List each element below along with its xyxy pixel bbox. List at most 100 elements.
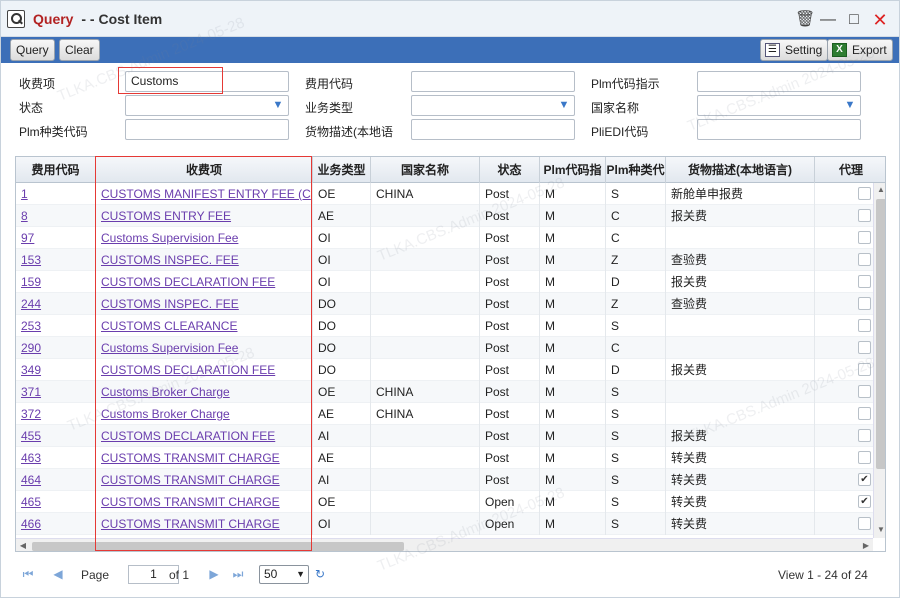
agent-checkbox[interactable] — [858, 187, 871, 200]
fee-code-cell[interactable]: 349 — [16, 359, 96, 381]
fee-item-cell[interactable]: CUSTOMS INSPEC. FEE — [96, 293, 313, 315]
col-header-country-name[interactable]: 国家名称 — [371, 157, 480, 183]
fee-item-cell-text[interactable]: CUSTOMS INSPEC. FEE — [101, 253, 239, 267]
table-row[interactable]: 97 Customs Supervision Fee OI Post M C — [16, 227, 873, 249]
last-page-icon[interactable]: ⏭ — [231, 567, 245, 581]
fee-item-cell-text[interactable]: CUSTOMS TRANSMIT CHARGE — [101, 451, 280, 465]
fee-item-cell[interactable]: CUSTOMS DECLARATION FEE — [96, 271, 313, 293]
fee-item-cell[interactable]: CUSTOMS CLEARANCE — [96, 315, 313, 337]
table-row[interactable]: 290 Customs Supervision Fee DO Post M C — [16, 337, 873, 359]
fee-code-cell-text[interactable]: 253 — [21, 319, 41, 333]
fee-item-cell-text[interactable]: CUSTOMS MANIFEST ENTRY FEE (C — [101, 187, 311, 201]
table-row[interactable]: 372 Customs Broker Charge AE CHINA Post M S — [16, 403, 873, 425]
fee-code-cell-text[interactable]: 349 — [21, 363, 41, 377]
fee-code-cell[interactable]: 8 — [16, 205, 96, 227]
table-row[interactable]: 463 CUSTOMS TRANSMIT CHARGE AE Post M S 转关费 — [16, 447, 873, 469]
fee-item-cell[interactable]: CUSTOMS DECLARATION FEE — [96, 359, 313, 381]
fee-item-cell-text[interactable]: CUSTOMS ENTRY FEE — [101, 209, 231, 223]
agent-checkbox[interactable] — [858, 407, 871, 420]
fee-item-cell[interactable]: CUSTOMS TRANSMIT CHARGE — [96, 491, 313, 513]
agent-checkbox[interactable] — [858, 429, 871, 442]
agent-checkbox[interactable] — [858, 319, 871, 332]
fee-code-cell-text[interactable]: 371 — [21, 385, 41, 399]
fee-code-cell[interactable]: 465 — [16, 491, 96, 513]
fee-item-cell[interactable]: Customs Broker Charge — [96, 403, 313, 425]
col-header-goods-desc[interactable]: 货物描述(本地语言) — [666, 157, 815, 183]
col-header-status[interactable]: 状态 — [480, 157, 540, 183]
fee-item-cell-text[interactable]: CUSTOMS CLEARANCE — [101, 319, 237, 333]
fee-item-cell[interactable]: CUSTOMS INSPEC. FEE — [96, 249, 313, 271]
country-name-select[interactable]: ▼ — [697, 95, 861, 116]
fee-code-cell[interactable]: 244 — [16, 293, 96, 315]
fee-code-cell[interactable]: 455 — [16, 425, 96, 447]
fee-code-cell-text[interactable]: 244 — [21, 297, 41, 311]
minimize-icon[interactable]: — — [819, 11, 837, 29]
fee-item-cell-text[interactable]: CUSTOMS DECLARATION FEE — [101, 429, 275, 443]
agent-checkbox[interactable]: ✔ — [858, 495, 871, 508]
fee-code-cell[interactable]: 153 — [16, 249, 96, 271]
trash-icon[interactable]: 🗑 — [795, 11, 815, 29]
agent-checkbox[interactable] — [858, 231, 871, 244]
close-icon[interactable]: ✕ — [871, 11, 889, 29]
fee-code-cell-text[interactable]: 159 — [21, 275, 41, 289]
table-row[interactable]: 244 CUSTOMS INSPEC. FEE DO Post M Z 查验费 — [16, 293, 873, 315]
col-header-plm-type[interactable]: Plm种类代 — [606, 157, 666, 183]
table-row[interactable]: 1 CUSTOMS MANIFEST ENTRY FEE (C OE CHINA Pos… — [16, 183, 873, 205]
refresh-icon[interactable]: ↻ — [313, 567, 327, 581]
table-row[interactable]: 466 CUSTOMS TRANSMIT CHARGE OI Open M S 转关费 — [16, 513, 873, 535]
agent-checkbox[interactable] — [858, 297, 871, 310]
fee-item-cell-text[interactable]: CUSTOMS DECLARATION FEE — [101, 275, 275, 289]
fee-code-cell-text[interactable]: 455 — [21, 429, 41, 443]
agent-checkbox[interactable] — [858, 253, 871, 266]
plm-code-indicator-input[interactable] — [697, 71, 861, 92]
table-row[interactable]: 8 CUSTOMS ENTRY FEE AE Post M C 报关费 — [16, 205, 873, 227]
scroll-left-icon[interactable]: ◀ — [16, 539, 30, 551]
fee-item-cell[interactable]: CUSTOMS TRANSMIT CHARGE — [96, 469, 313, 491]
fee-item-cell[interactable]: CUSTOMS ENTRY FEE — [96, 205, 313, 227]
vertical-scrollbar[interactable]: ▲ ▼ — [873, 183, 885, 538]
plm-type-code-input[interactable] — [125, 119, 289, 140]
fee-code-input[interactable] — [411, 71, 575, 92]
col-header-plm-code[interactable]: Plm代码指 — [540, 157, 606, 183]
fee-code-cell-text[interactable]: 1 — [21, 187, 28, 201]
table-row[interactable]: 159 CUSTOMS DECLARATION FEE OI Post M D 报关费 — [16, 271, 873, 293]
table-row[interactable]: 455 CUSTOMS DECLARATION FEE AI Post M S 报关费 — [16, 425, 873, 447]
fee-code-cell[interactable]: 371 — [16, 381, 96, 403]
fee-code-cell-text[interactable]: 464 — [21, 473, 41, 487]
first-page-icon[interactable]: ⏮ — [21, 567, 35, 581]
business-type-select[interactable]: ▼ — [411, 95, 575, 116]
agent-checkbox[interactable]: ✔ — [858, 473, 871, 486]
scroll-right-icon[interactable]: ▶ — [859, 539, 873, 551]
fee-item-cell[interactable]: CUSTOMS DECLARATION FEE — [96, 425, 313, 447]
fee-code-cell[interactable]: 372 — [16, 403, 96, 425]
horizontal-scroll-thumb[interactable] — [32, 542, 404, 551]
setting-button[interactable]: ☰ Setting — [760, 39, 829, 61]
fee-item-cell-text[interactable]: Customs Supervision Fee — [101, 341, 238, 355]
scroll-down-icon[interactable]: ▼ — [874, 523, 885, 537]
pli-edi-code-input[interactable] — [697, 119, 861, 140]
fee-code-cell-text[interactable]: 465 — [21, 495, 41, 509]
agent-checkbox[interactable] — [858, 363, 871, 376]
fee-item-cell-text[interactable]: CUSTOMS INSPEC. FEE — [101, 297, 239, 311]
fee-item-cell[interactable]: Customs Broker Charge — [96, 381, 313, 403]
agent-checkbox[interactable] — [858, 517, 871, 530]
fee-code-cell-text[interactable]: 8 — [21, 209, 28, 223]
col-header-agent[interactable]: 代理 — [815, 157, 885, 183]
scroll-up-icon[interactable]: ▲ — [874, 183, 885, 197]
agent-checkbox[interactable] — [858, 275, 871, 288]
maximize-icon[interactable]: □ — [845, 11, 863, 29]
query-button[interactable]: Query — [10, 39, 55, 61]
fee-item-cell[interactable]: CUSTOMS TRANSMIT CHARGE — [96, 447, 313, 469]
fee-item-cell-text[interactable]: CUSTOMS DECLARATION FEE — [101, 363, 275, 377]
fee-code-cell[interactable]: 290 — [16, 337, 96, 359]
fee-item-cell-text[interactable]: CUSTOMS TRANSMIT CHARGE — [101, 473, 280, 487]
table-row[interactable]: 464 CUSTOMS TRANSMIT CHARGE AI Post M S 转关费 ✔ — [16, 469, 873, 491]
goods-desc-input[interactable] — [411, 119, 575, 140]
fee-item-cell-text[interactable]: Customs Broker Charge — [101, 407, 230, 421]
page-size-select[interactable]: 50 — [259, 565, 309, 584]
status-select[interactable]: ▼ — [125, 95, 289, 116]
fee-code-cell-text[interactable]: 97 — [21, 231, 34, 245]
fee-item-cell[interactable]: CUSTOMS MANIFEST ENTRY FEE (C — [96, 183, 313, 205]
table-row[interactable]: 371 Customs Broker Charge OE CHINA Post M S — [16, 381, 873, 403]
clear-button[interactable]: Clear — [59, 39, 100, 61]
